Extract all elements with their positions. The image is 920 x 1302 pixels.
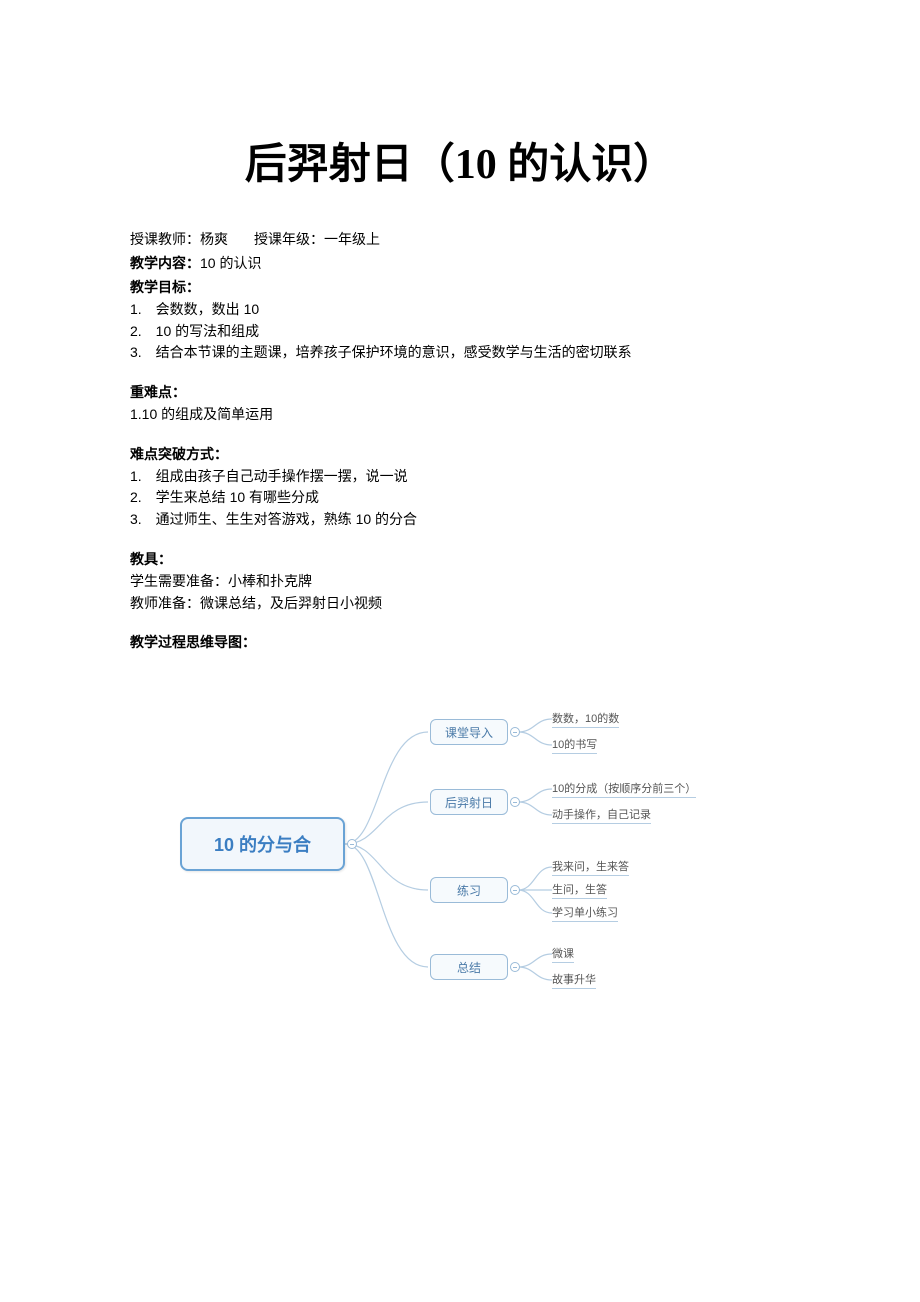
branch-summary: 总结: [430, 954, 508, 980]
breakthrough-heading: 难点突破方式：: [130, 444, 790, 464]
difficulty-item: 1.10 的组成及简单运用: [130, 404, 790, 426]
branch-practice: 练习: [430, 877, 508, 903]
mindmap: 10 的分与合 课堂导入 数数，10的数 10的书写 后羿射日 10的分成（按顺…: [180, 692, 790, 1022]
meta-teacher-grade: 授课教师：杨爽 授课年级：一年级上: [130, 229, 790, 249]
leaf: 故事升华: [552, 971, 596, 989]
goals-heading: 教学目标：: [130, 277, 790, 297]
leaf: 动手操作，自己记录: [552, 806, 651, 824]
leaf: 10的书写: [552, 736, 597, 754]
grade-label: 授课年级：: [254, 231, 324, 247]
branch-houyi: 后羿射日: [430, 789, 508, 815]
difficulty-heading: 重难点：: [130, 382, 790, 402]
teacher-label: 授课教师：: [130, 231, 200, 247]
leaf: 微课: [552, 945, 574, 963]
breakthrough-item-1: 1. 组成由孩子自己动手操作摆一摆，说一说: [130, 466, 790, 488]
leaf: 我来问，生来答: [552, 858, 629, 876]
leaf: 学习单小练习: [552, 904, 618, 922]
process-heading: 教学过程思维导图：: [130, 632, 790, 652]
content-value: 10 的认识: [200, 255, 261, 271]
grade-value: 一年级上: [324, 231, 380, 247]
tools-student: 学生需要准备：小棒和扑克牌: [130, 571, 790, 593]
breakthrough-item-2: 2. 学生来总结 10 有哪些分成: [130, 487, 790, 509]
goals-item-1: 1. 会数数，数出 10: [130, 299, 790, 321]
tools-heading: 教具：: [130, 549, 790, 569]
leaf: 生问，生答: [552, 881, 607, 899]
tools-teacher: 教师准备：微课总结，及后羿射日小视频: [130, 593, 790, 615]
mindmap-root: 10 的分与合: [180, 817, 345, 871]
goals-item-2: 2. 10 的写法和组成: [130, 321, 790, 343]
leaf: 数数，10的数: [552, 710, 619, 728]
content-label: 教学内容：: [130, 255, 200, 271]
breakthrough-item-3: 3. 通过师生、生生对答游戏，熟练 10 的分合: [130, 509, 790, 531]
branch-intro: 课堂导入: [430, 719, 508, 745]
teacher-value: 杨爽: [200, 231, 228, 247]
goals-item-3: 3. 结合本节课的主题课，培养孩子保护环境的意识，感受数学与生活的密切联系: [130, 342, 790, 364]
page-title: 后羿射日（10 的认识）: [130, 130, 790, 191]
leaf: 10的分成（按顺序分前三个）: [552, 780, 696, 798]
meta-content: 教学内容：10 的认识: [130, 253, 790, 273]
